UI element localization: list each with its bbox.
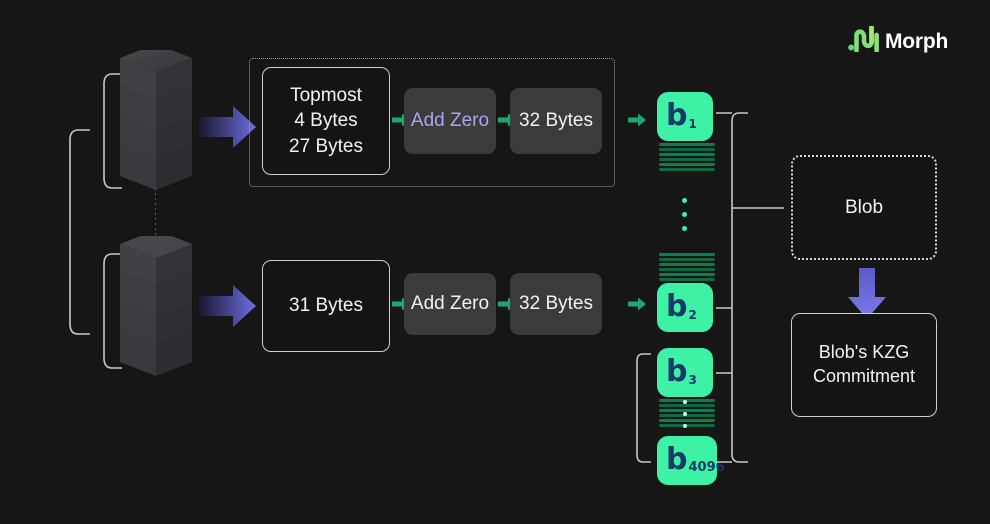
row-topmost-result-label: 32 Bytes xyxy=(519,110,593,132)
row-topmost-source-line-2: 4 Bytes xyxy=(289,108,363,133)
lower-block-stack xyxy=(118,236,196,386)
blob-chip-b1: b 1 xyxy=(657,92,713,141)
row-31bytes-source-box: 31 Bytes xyxy=(262,260,390,352)
blob-b1-letter: b xyxy=(666,101,687,131)
row-31bytes-addzero-box[interactable]: Add Zero xyxy=(404,273,496,335)
blob-b4096-letter: b xyxy=(666,445,687,475)
kzg-commitment-line-1: Blob's KZG xyxy=(813,341,915,365)
blob-b3-stack-layers xyxy=(659,399,715,429)
green-arrow-r1-c xyxy=(628,113,646,127)
blob-ellipsis-upper xyxy=(682,198,687,231)
blob-b1-stack-layers xyxy=(659,143,715,173)
blob-b2-letter: b xyxy=(666,292,687,322)
blob-chip-b3: b 3 xyxy=(657,348,713,397)
row-31bytes-source-line-1: 31 Bytes xyxy=(289,295,363,317)
blob-ellipsis-lower xyxy=(683,400,687,428)
outer-left-bracket xyxy=(66,128,92,338)
blob-sub-bracket-b3-b4096 xyxy=(634,352,654,464)
row-topmost-source-box: Topmost 4 Bytes 27 Bytes xyxy=(262,67,390,175)
blob-b3-subscript: 3 xyxy=(688,374,696,386)
upper-block-stack xyxy=(118,50,196,198)
diagram-canvas: Morph xyxy=(0,0,990,524)
blob-b3-letter: b xyxy=(666,357,687,387)
kzg-commitment-box: Blob's KZG Commitment xyxy=(791,313,937,417)
row-31bytes-result-box: 32 Bytes xyxy=(510,273,602,335)
row-topmost-addzero-box[interactable]: Add Zero xyxy=(404,88,496,154)
blob-b2-subscript: 2 xyxy=(688,309,696,321)
blob-output-box: Blob xyxy=(791,155,937,260)
row-topmost-source-line-3: 27 Bytes xyxy=(289,134,363,159)
row-topmost-addzero-label: Add Zero xyxy=(411,110,489,132)
blob-b1-subscript: 1 xyxy=(688,118,696,130)
blob-group-bracket xyxy=(716,110,786,465)
row-topmost-result-box: 32 Bytes xyxy=(510,88,602,154)
blob-output-label: Blob xyxy=(845,197,883,219)
green-arrow-r2-c xyxy=(628,297,646,311)
row-31bytes-addzero-label: Add Zero xyxy=(411,293,489,315)
purple-arrow-row2 xyxy=(199,283,257,329)
row-31bytes-result-label: 32 Bytes xyxy=(519,293,593,315)
morph-logo: Morph xyxy=(848,26,948,57)
blob-chip-b4096: b 4096 xyxy=(657,436,717,485)
blob-chip-b2: b 2 xyxy=(657,283,713,332)
morph-m-logo-icon xyxy=(848,26,880,57)
blob-b2-stack-layers xyxy=(659,253,715,283)
kzg-commitment-line-2: Commitment xyxy=(813,365,915,389)
morph-wordmark: Morph xyxy=(885,31,948,52)
row-topmost-source-line-1: Topmost xyxy=(289,83,363,108)
